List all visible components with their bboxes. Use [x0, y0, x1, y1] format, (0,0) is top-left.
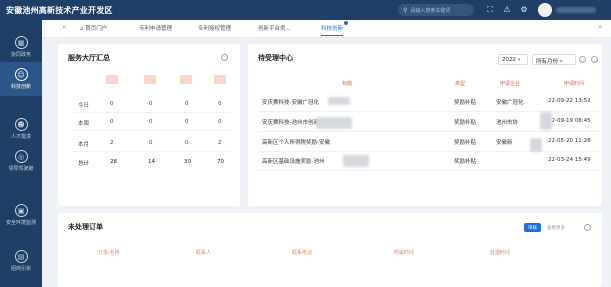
review-button[interactable]: 审核 — [524, 223, 541, 232]
column-header: 标题 — [342, 81, 353, 87]
column-header: 所属时间 — [394, 250, 415, 256]
tab-tech-innovation[interactable]: 科技创新 — [321, 21, 349, 36]
lightbulb-icon: ☺ — [14, 68, 28, 81]
orders-title: 未处理订单 — [68, 223, 103, 231]
column-header: 订单/名称 — [98, 250, 120, 256]
column-header: 申请时间 — [564, 81, 585, 87]
summary-row: 本月 2 0 0 2 — [78, 140, 222, 148]
avatar[interactable] — [538, 3, 552, 17]
app-title: 安徽池州高新技术产业开发区 — [6, 5, 113, 15]
monitor-icon: ▣ — [14, 204, 28, 217]
close-tab-icon[interactable] — [344, 21, 349, 25]
search-input[interactable]: 请输入搜索关键词 — [410, 7, 450, 14]
summary-title: 服务大厅汇总 — [68, 54, 110, 62]
bell-icon[interactable]: ⚠ — [502, 5, 512, 15]
chevron-down-icon: ▾ — [517, 57, 521, 63]
table-row[interactable]: 安庆赛科技-安徽广冠化 奖励补贴 安徽广冠化 22-09-22 13:52 — [258, 92, 600, 112]
sidebar-item-cockpit[interactable]: ◎ 领导驾驶舱 — [0, 144, 42, 178]
pending-title: 待受理中心 — [258, 54, 293, 62]
sidebar-item-talent[interactable]: ☻ 人才需求 — [0, 112, 42, 146]
month-select[interactable]: 所有月份 ▾ — [532, 54, 576, 65]
settings-icon[interactable] — [591, 56, 598, 63]
sidebar-item-invest[interactable]: ▤ 招商引资 — [0, 244, 42, 278]
column-header: 类型 — [455, 81, 466, 87]
chevron-down-icon: ▾ — [559, 59, 563, 65]
table-row[interactable]: 高新区个人所得税奖励-安徽 奖励补贴 安徽新 22-05-20 11:28 — [258, 132, 600, 152]
year-select[interactable]: 2022 ▾ — [498, 54, 528, 65]
tab-innovation-platform[interactable]: 创新平台类... — [258, 24, 291, 32]
view-more-button[interactable]: 查看更多 — [544, 223, 568, 232]
tabs-scroll-left-icon[interactable]: « — [62, 23, 66, 31]
tab-home[interactable]: ⌂ 首页门户 — [80, 24, 107, 32]
tab-patent-apply[interactable]: 专利申请管理 — [139, 24, 172, 32]
home-icon: ⌂ — [80, 26, 84, 32]
tab-patent-grant[interactable]: 专利授权管理 — [198, 24, 231, 32]
settings-icon[interactable]: ⚙ — [519, 5, 529, 15]
sidebar-item-tech[interactable]: ☺ 科技创新 — [0, 62, 42, 96]
redacted-text — [328, 97, 350, 105]
building-icon: ▤ — [14, 250, 28, 263]
search-box[interactable]: ⚲ 请输入搜索关键词 — [398, 4, 474, 16]
search-icon: ⚲ — [403, 6, 408, 14]
refresh-icon[interactable] — [584, 224, 591, 231]
summary-row: 今日 0 0 0 0 — [78, 101, 222, 109]
user-name[interactable] — [556, 7, 596, 13]
legend-swatch — [144, 75, 156, 84]
row-divider — [72, 130, 232, 131]
table-row[interactable]: 高新区基础设施奖励-池州 奖励补贴 22-03-24 15:49 — [258, 151, 600, 171]
column-header: 联系人 — [196, 250, 212, 256]
row-divider — [72, 151, 232, 152]
sidebar-item-collab[interactable]: ▦ 协同政务 — [0, 30, 42, 64]
legend-swatch — [180, 75, 192, 84]
column-header: 处理时间 — [490, 250, 511, 256]
summary-row-total: 总计 28 14 30 70 — [78, 159, 224, 167]
refresh-icon[interactable] — [221, 54, 228, 61]
refresh-icon[interactable] — [579, 56, 586, 63]
legend-swatch — [214, 75, 226, 84]
fullscreen-icon[interactable]: ⛶ — [485, 5, 495, 15]
orders-panel: 未处理订单 — [58, 213, 602, 287]
column-header: 联系电话 — [292, 250, 313, 256]
sidebar-item-safety[interactable]: ▣ 安全环境监测 — [0, 198, 42, 232]
column-header: 申请企业 — [500, 81, 521, 87]
redacted-text — [343, 155, 369, 167]
redacted-text — [540, 112, 552, 130]
person-icon: ☻ — [14, 118, 28, 131]
redacted-text — [530, 138, 542, 152]
redacted-text — [316, 117, 352, 129]
tabs-scroll-right-icon[interactable]: » — [598, 23, 602, 31]
grid-icon: ▦ — [14, 36, 28, 49]
gauge-icon: ◎ — [14, 150, 28, 163]
summary-row: 本周 0 0 0 0 — [78, 119, 222, 127]
legend-swatch — [106, 75, 118, 84]
